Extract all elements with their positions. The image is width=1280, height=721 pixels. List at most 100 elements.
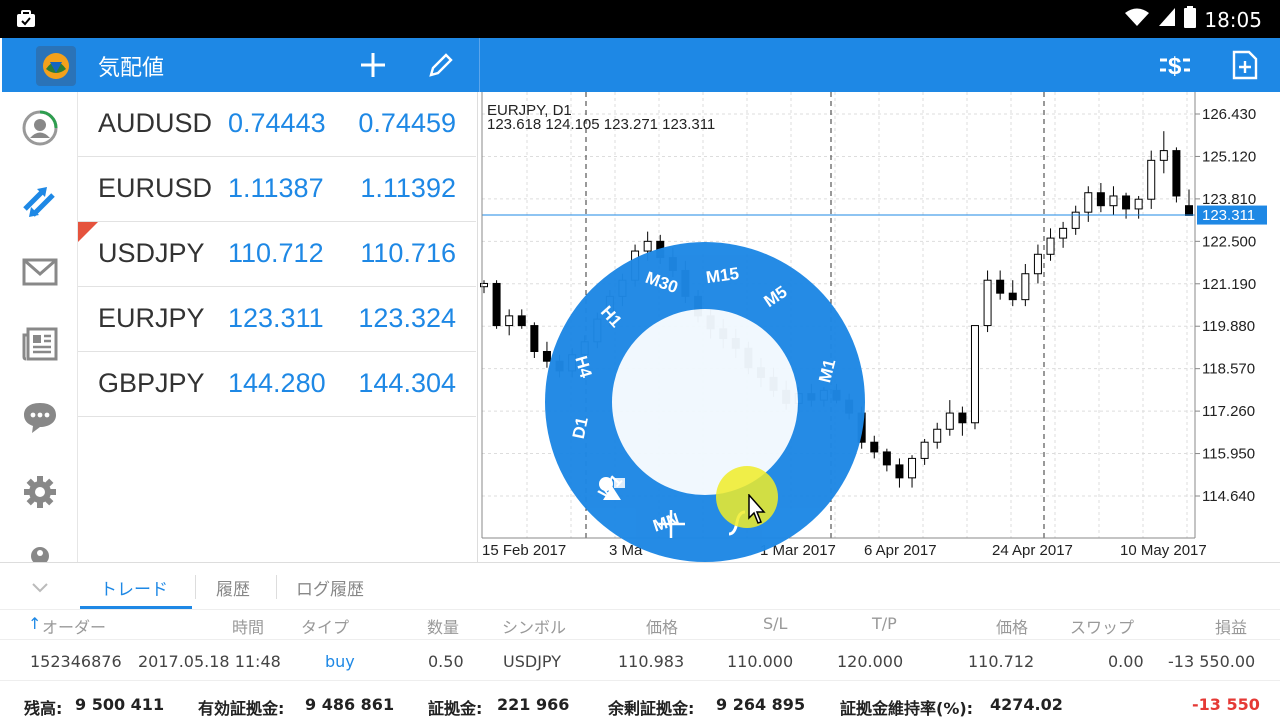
nav-mail[interactable] bbox=[20, 252, 60, 292]
tab-history[interactable]: 履歴 bbox=[216, 575, 250, 600]
quote-ask: 0.74459 bbox=[358, 108, 456, 138]
timeframe-m5[interactable]: M5 bbox=[760, 282, 791, 312]
timeframe-h1[interactable]: H1 bbox=[596, 302, 626, 332]
tab-trade[interactable]: トレード bbox=[100, 575, 168, 600]
quote-symbol: GBPJPY bbox=[98, 368, 205, 398]
quote-symbol: AUDUSD bbox=[98, 108, 213, 138]
balance-value: 9 500 411 bbox=[75, 695, 165, 714]
row-tp: 120.000 bbox=[837, 652, 904, 671]
quote-symbol: EURJPY bbox=[98, 303, 205, 333]
quote-row[interactable]: EURJPY 123.311 123.324 bbox=[78, 287, 476, 352]
quote-ask: 110.716 bbox=[360, 238, 456, 268]
tab-log-history[interactable]: ログ履歴 bbox=[296, 575, 364, 600]
row-time: 2017.05.18 11:48 bbox=[138, 652, 281, 671]
trade-button[interactable]: $ bbox=[1158, 48, 1192, 82]
candle-body bbox=[996, 279, 1005, 294]
candle-body bbox=[958, 412, 967, 424]
y-tick-label: 121.190 bbox=[1202, 276, 1256, 293]
x-tick-label: 10 May 2017 bbox=[1120, 542, 1207, 559]
quotes-list: AUDUSD 0.74443 0.74459 EURUSD 1.11387 1.… bbox=[78, 92, 476, 562]
col-time[interactable]: 時間 bbox=[232, 614, 264, 638]
positions-header: ↑ オーダー 時間 タイプ 数量 シンボル 価格 S/L T/P 価格 スワップ… bbox=[0, 609, 1280, 639]
quote-symbol: EURUSD bbox=[98, 173, 213, 203]
row-open-price: 110.983 bbox=[618, 652, 685, 671]
side-navigation bbox=[2, 92, 78, 562]
app-bar: 気配値 $ bbox=[2, 38, 1280, 92]
quote-bid: 1.11387 bbox=[228, 173, 324, 203]
candle-body bbox=[895, 464, 904, 479]
add-symbol-button[interactable] bbox=[356, 48, 390, 82]
nav-account[interactable] bbox=[20, 108, 60, 148]
chart-ohlc-label: 123.618 124.105 123.271 123.311 bbox=[487, 116, 715, 133]
touch-cursor-highlight bbox=[716, 466, 778, 528]
equity-label: 有効証拠金: bbox=[198, 699, 285, 718]
mail-icon bbox=[22, 258, 58, 286]
col-type[interactable]: タイプ bbox=[301, 614, 349, 638]
candle-body bbox=[908, 457, 917, 479]
timeframe-h4[interactable]: H4 bbox=[570, 354, 595, 380]
metatrader-logo[interactable] bbox=[36, 46, 76, 86]
y-tick-label: 122.500 bbox=[1202, 233, 1256, 250]
row-symbol: USDJPY bbox=[503, 652, 561, 671]
page-title: 気配値 bbox=[98, 56, 165, 81]
timeframe-m15[interactable]: M15 bbox=[705, 264, 741, 288]
col-volume[interactable]: 数量 bbox=[427, 614, 459, 638]
nav-trade[interactable] bbox=[20, 180, 60, 220]
timeframe-wheel[interactable]: M1M5M15M30H1H4D1W1MN bbox=[545, 242, 865, 562]
candle-body bbox=[505, 315, 514, 327]
timeframe-d1[interactable]: D1 bbox=[569, 416, 593, 441]
col-tp[interactable]: T/P bbox=[872, 614, 897, 633]
col-symbol[interactable]: シンボル bbox=[502, 614, 566, 638]
candle-body bbox=[1134, 198, 1143, 210]
nav-chat[interactable] bbox=[20, 398, 60, 438]
quote-row[interactable]: EURUSD 1.11387 1.11392 bbox=[78, 157, 476, 222]
community-icon bbox=[31, 547, 49, 562]
y-tick-label: 114.640 bbox=[1202, 488, 1255, 505]
margin-label: 証拠金: bbox=[428, 699, 483, 718]
quote-bid: 0.74443 bbox=[228, 108, 326, 138]
quote-bid: 110.712 bbox=[228, 238, 324, 268]
edit-icon bbox=[429, 53, 453, 77]
col-order[interactable]: オーダー bbox=[42, 614, 106, 638]
timeframe-m30[interactable]: M30 bbox=[643, 268, 681, 298]
candle-body bbox=[1033, 253, 1042, 275]
col-sl[interactable]: S/L bbox=[763, 614, 787, 633]
margin-level-label: 証拠金維持率(%): bbox=[840, 699, 974, 718]
edit-button[interactable] bbox=[424, 48, 458, 82]
row-volume: 0.50 bbox=[428, 652, 464, 671]
quote-ask: 1.11392 bbox=[360, 173, 456, 203]
candle-body bbox=[1059, 227, 1068, 239]
nav-more[interactable] bbox=[20, 536, 60, 562]
position-row[interactable]: 152346876 2017.05.18 11:48 buy 0.50 USDJ… bbox=[0, 639, 1280, 681]
candle-body bbox=[1172, 150, 1181, 197]
nav-news[interactable] bbox=[20, 324, 60, 364]
new-order-button[interactable] bbox=[1228, 48, 1262, 82]
margin-level-value: 4274.02 bbox=[990, 695, 1063, 714]
sort-arrow-icon[interactable]: ↑ bbox=[28, 614, 41, 633]
news-icon bbox=[22, 327, 58, 361]
margin-value: 221 966 bbox=[497, 695, 570, 714]
position-flag bbox=[78, 222, 98, 242]
y-tick-label: 123.810 bbox=[1202, 191, 1256, 208]
collapse-chevron-icon[interactable] bbox=[30, 577, 50, 597]
row-profit: -13 550.00 bbox=[1168, 652, 1256, 671]
nav-settings[interactable] bbox=[20, 472, 60, 512]
quote-row[interactable]: AUDUSD 0.74443 0.74459 bbox=[78, 92, 476, 157]
quote-ask: 123.324 bbox=[358, 303, 456, 333]
col-swap[interactable]: スワップ bbox=[1070, 614, 1134, 638]
col-price[interactable]: 価格 bbox=[996, 614, 1028, 638]
quote-row[interactable]: USDJPY 110.712 110.716 bbox=[78, 222, 476, 287]
crosshair-icon[interactable] bbox=[655, 508, 687, 544]
objects-icon[interactable] bbox=[597, 474, 627, 506]
candle-body bbox=[1185, 205, 1193, 216]
candle-body bbox=[870, 441, 879, 453]
terminal-tabs: トレード 履歴 ログ履歴 bbox=[0, 563, 1280, 609]
y-tick-label: 118.570 bbox=[1202, 361, 1255, 378]
quote-bid: 123.311 bbox=[228, 303, 324, 333]
quote-row[interactable]: GBPJPY 144.280 144.304 bbox=[78, 352, 476, 417]
col-profit[interactable]: 損益 bbox=[1215, 614, 1247, 638]
col-open-price[interactable]: 価格 bbox=[646, 614, 678, 638]
candle-body bbox=[1122, 195, 1131, 210]
timeframe-m1[interactable]: M1 bbox=[815, 357, 840, 385]
x-tick-label: 6 Apr 2017 bbox=[864, 542, 937, 559]
